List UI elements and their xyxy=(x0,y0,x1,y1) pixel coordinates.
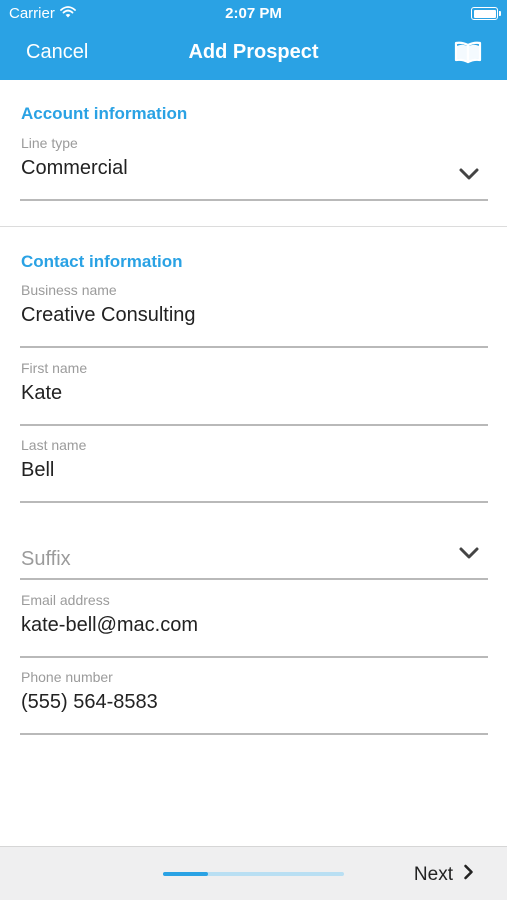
business-name-value: Creative Consulting xyxy=(21,304,196,326)
first-name-field[interactable]: First name Kate xyxy=(20,360,488,426)
email-value: kate-bell@mac.com xyxy=(21,614,199,636)
status-bar: Carrier 2:07 PM xyxy=(0,0,507,28)
next-button[interactable]: Next xyxy=(414,864,474,886)
last-name-value: Bell xyxy=(21,459,55,481)
line-type-label: Line type xyxy=(21,135,78,151)
last-name-label: Last name xyxy=(21,437,87,453)
chevron-right-icon xyxy=(463,864,474,886)
email-field[interactable]: Email address kate-bell@mac.com xyxy=(20,592,488,658)
suffix-select[interactable]: Suffix xyxy=(20,514,488,580)
top-header: Carrier 2:07 PM Cancel Add Prospect xyxy=(0,0,507,80)
account-section-title: Account information xyxy=(21,104,188,123)
first-name-value: Kate xyxy=(21,382,63,404)
phone-field[interactable]: Phone number (555) 564-8583 xyxy=(20,669,488,735)
progress-bar xyxy=(163,872,344,876)
page-title: Add Prospect xyxy=(188,41,319,63)
business-name-label: Business name xyxy=(21,282,117,298)
suffix-placeholder: Suffix xyxy=(21,548,71,570)
phone-label: Phone number xyxy=(21,669,113,685)
battery-icon xyxy=(471,7,501,20)
chevron-down-icon[interactable] xyxy=(458,546,480,560)
nav-bar: Cancel Add Prospect xyxy=(0,28,507,80)
contact-section-title: Contact information xyxy=(21,252,183,271)
line-type-select[interactable]: Line type Commercial xyxy=(20,135,488,201)
business-name-field[interactable]: Business name Creative Consulting xyxy=(20,282,488,348)
phone-value: (555) 564-8583 xyxy=(21,691,158,713)
line-type-value: Commercial xyxy=(21,157,128,179)
chevron-down-icon[interactable] xyxy=(458,167,480,181)
email-label: Email address xyxy=(21,592,110,608)
footer-bar: Next xyxy=(0,846,507,900)
last-name-field[interactable]: Last name Bell xyxy=(20,437,488,503)
section-divider xyxy=(0,226,507,227)
status-time: 2:07 PM xyxy=(225,5,282,22)
progress-fill xyxy=(163,872,209,876)
book-icon[interactable] xyxy=(453,39,483,65)
next-label: Next xyxy=(413,864,453,885)
first-name-label: First name xyxy=(21,360,88,376)
